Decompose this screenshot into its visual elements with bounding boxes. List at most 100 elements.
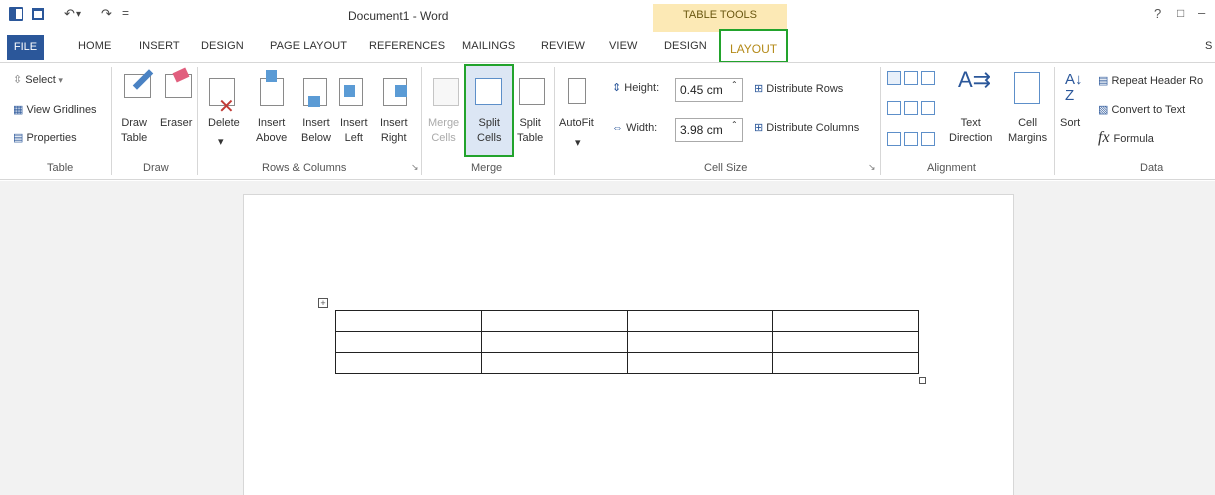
insert-left-label[interactable]: Insert Left	[340, 116, 368, 146]
view-gridlines-label: View Gridlines	[26, 104, 97, 116]
undo-dropdown-icon[interactable]: ▾	[76, 9, 81, 20]
split-cells-label[interactable]: Split Cells	[477, 116, 501, 146]
autofit-dropdown-icon[interactable]: ▾	[575, 136, 581, 149]
split-table-icon[interactable]	[519, 78, 545, 105]
delete-label[interactable]: Delete	[208, 116, 240, 131]
text-direction-label[interactable]: Text Direction	[949, 116, 992, 146]
ribbon-display-icon[interactable]: □	[1177, 6, 1184, 20]
group-label-cell-size: Cell Size	[704, 162, 748, 174]
insert-below-label[interactable]: Insert Below	[301, 116, 331, 146]
text-direction-icon[interactable]: A⇉	[958, 67, 991, 93]
align-top-right-icon[interactable]	[921, 71, 935, 85]
tab-home[interactable]: HOME	[78, 40, 111, 52]
tab-design[interactable]: DESIGN	[201, 40, 244, 52]
properties-button[interactable]: ▤ Properties	[13, 131, 77, 144]
eraser-label[interactable]: Eraser	[160, 116, 192, 131]
distribute-rows-label: Distribute Rows	[766, 83, 844, 95]
cell-margins-label[interactable]: Cell Margins	[1008, 116, 1047, 146]
align-bottom-right-icon[interactable]	[921, 132, 935, 146]
view-gridlines-button[interactable]: ▦ View Gridlines	[13, 103, 97, 116]
right-arrow-icon	[395, 85, 407, 97]
sort-label[interactable]: Sort	[1060, 116, 1080, 131]
height-text: Height:	[624, 82, 660, 94]
align-bottom-center-icon[interactable]	[904, 132, 918, 146]
minimize-icon[interactable]: –	[1198, 5, 1205, 20]
width-text: Width:	[626, 122, 658, 134]
align-top-left-icon[interactable]	[887, 71, 901, 85]
split-cells-icon	[475, 78, 502, 105]
separator	[111, 67, 112, 175]
insert-right-label[interactable]: Insert Right	[380, 116, 408, 146]
align-bottom-left-icon[interactable]	[887, 132, 901, 146]
group-label-data: Data	[1140, 162, 1164, 174]
distribute-columns-label: Distribute Columns	[766, 122, 860, 134]
align-center-left-icon[interactable]	[887, 101, 901, 115]
sort-icon[interactable]: A↓ Z	[1065, 72, 1083, 104]
help-icon[interactable]: ?	[1154, 6, 1161, 21]
tab-page-layout[interactable]: PAGE LAYOUT	[270, 40, 347, 52]
properties-label: Properties	[26, 132, 77, 144]
group-label-draw: Draw	[143, 162, 169, 174]
delete-dropdown-icon[interactable]: ▾	[218, 135, 224, 148]
formula-label: Formula	[1113, 133, 1154, 145]
group-label-merge: Merge	[471, 162, 503, 174]
tab-mailings[interactable]: MAILINGS	[462, 40, 515, 52]
autofit-icon[interactable]	[568, 78, 586, 104]
undo-icon[interactable]: ↶	[64, 6, 75, 22]
document-table[interactable]	[335, 310, 919, 374]
tab-references[interactable]: REFERENCES	[369, 40, 445, 52]
convert-to-text-button[interactable]: ▧ Convert to Text	[1098, 103, 1185, 116]
cell-size-launcher-icon[interactable]: ↘	[868, 162, 876, 173]
width-label: ⇔ Width:	[612, 122, 658, 134]
dialog-launcher-icon[interactable]: ↘	[411, 162, 419, 173]
insert-above-label[interactable]: Insert Above	[256, 116, 287, 146]
cell-margins-icon[interactable]	[1014, 72, 1040, 104]
group-label-table: Table	[47, 162, 74, 174]
up-arrow-icon	[266, 70, 277, 82]
tab-table-design[interactable]: DESIGN	[664, 40, 707, 52]
tab-review[interactable]: REVIEW	[541, 40, 585, 52]
window-title: Document1 - Word	[348, 9, 449, 23]
split-table-label[interactable]: Split Table	[517, 116, 543, 146]
draw-table-label[interactable]: Draw Table	[121, 116, 147, 146]
align-center-right-icon[interactable]	[921, 101, 935, 115]
repeat-header-button[interactable]: ▤ Repeat Header Ro	[1098, 74, 1203, 87]
formula-button[interactable]: fx Formula	[1098, 129, 1154, 147]
redo-icon[interactable]: ↷	[101, 6, 112, 22]
tab-table-layout[interactable]: LAYOUT	[719, 29, 788, 63]
distribute-columns-button[interactable]: ⊞ Distribute Columns	[754, 121, 859, 134]
table-tools-context-label: TABLE TOOLS	[653, 4, 787, 32]
separator	[421, 67, 422, 175]
separator	[554, 67, 555, 175]
height-label: ⇕ Height:	[612, 82, 660, 94]
width-spinner-icon[interactable]: ⌃	[731, 120, 738, 129]
table-row	[335, 352, 919, 374]
distribute-rows-button[interactable]: ⊞ Distribute Rows	[754, 82, 843, 95]
merge-cells-label[interactable]: Merge Cells	[428, 116, 459, 146]
customize-qat-icon[interactable]: =	[122, 6, 129, 20]
height-spinner-icon[interactable]: ⌃	[731, 80, 738, 89]
insert-above-icon[interactable]	[260, 78, 284, 106]
autofit-label[interactable]: AutoFit	[559, 116, 594, 131]
convert-to-text-label: Convert to Text	[1111, 104, 1186, 116]
group-label-alignment: Alignment	[927, 162, 976, 174]
separator	[1054, 67, 1055, 175]
select-button[interactable]: ⇳ Select ▾	[13, 73, 63, 86]
table-row	[335, 310, 919, 332]
align-center-icon[interactable]	[904, 101, 918, 115]
tab-view[interactable]: VIEW	[609, 40, 638, 52]
table-row	[335, 331, 919, 353]
word-logo-icon	[9, 7, 23, 21]
repeat-header-label: Repeat Header Ro	[1111, 75, 1204, 87]
select-label: Select	[25, 74, 56, 86]
align-top-center-icon[interactable]	[904, 71, 918, 85]
merge-cells-icon[interactable]	[433, 78, 459, 106]
tab-file[interactable]: FILE	[7, 35, 44, 60]
tab-partial[interactable]: S	[1205, 40, 1212, 52]
separator	[880, 67, 881, 175]
save-icon[interactable]	[32, 8, 44, 20]
table-move-handle-icon[interactable]: +	[318, 298, 328, 308]
tab-insert[interactable]: INSERT	[139, 40, 180, 52]
title-bar	[0, 0, 1215, 30]
table-resize-handle-icon[interactable]	[919, 377, 926, 384]
